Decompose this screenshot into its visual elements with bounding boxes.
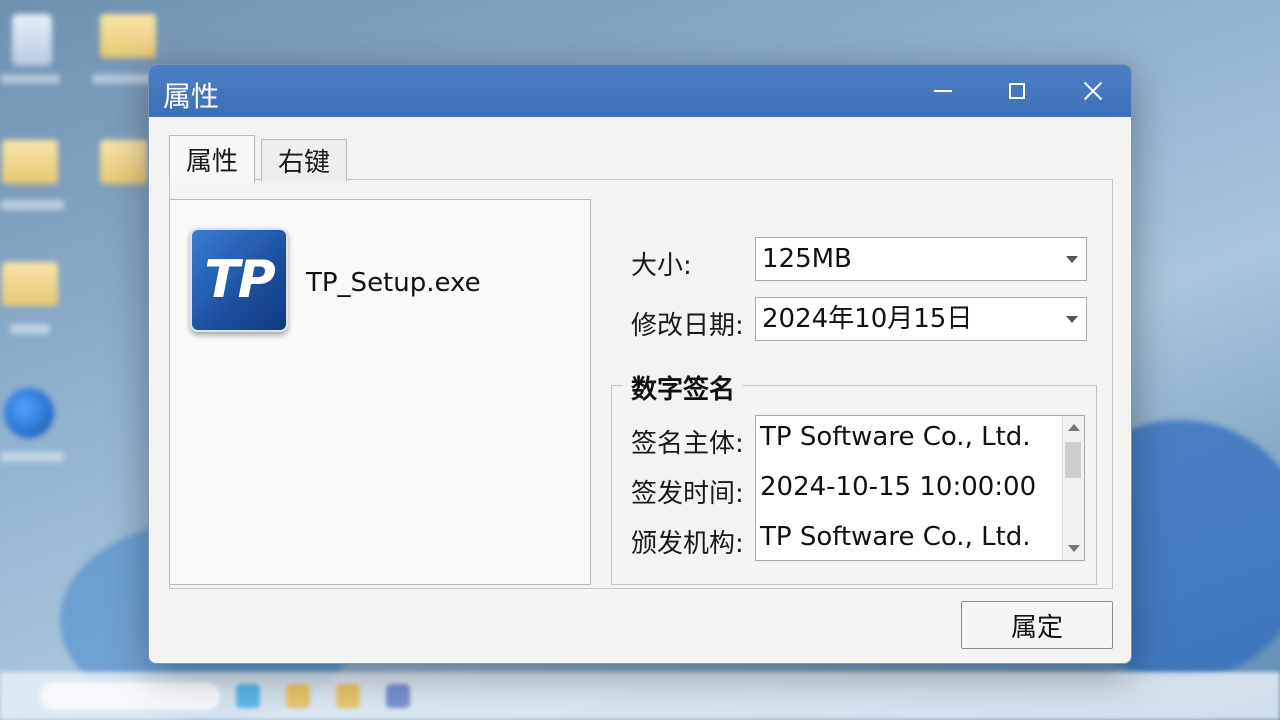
modified-date-value: 2024年10月15日 — [762, 304, 973, 334]
taskbar — [0, 672, 1280, 720]
title-bar[interactable]: 属性 — [149, 65, 1131, 117]
tab-context-menu[interactable]: 右键 — [261, 139, 348, 181]
desktop-icon-label — [0, 200, 64, 210]
tp-app-icon: TP — [190, 228, 288, 332]
desktop-icon-label — [10, 324, 50, 334]
window-title: 属性 — [163, 80, 220, 113]
size-label: 大小: — [631, 251, 692, 281]
issue-time-label: 签发时间: — [631, 479, 744, 509]
folder-icon[interactable] — [100, 14, 156, 58]
modified-date-dropdown[interactable]: 2024年10月15日 — [755, 297, 1087, 341]
modified-date-label: 修改日期: — [631, 311, 744, 341]
file-preview-box: TP TP_Setup.exe — [169, 199, 591, 585]
size-value: 125MB — [762, 244, 852, 274]
scroll-thumb[interactable] — [1065, 442, 1081, 478]
maximize-icon — [1009, 83, 1025, 99]
maximize-button[interactable] — [979, 65, 1055, 117]
chevron-down-icon — [1066, 256, 1078, 263]
close-icon — [1083, 81, 1103, 101]
ok-button[interactable]: 属定 — [961, 601, 1113, 649]
close-button[interactable] — [1055, 65, 1131, 117]
signer-value: TP Software Co., Ltd. — [760, 422, 1031, 452]
properties-dialog: 属性 属性 右键 TP TP_Setup.exe 大小: 125MB 修改日期:… — [148, 64, 1132, 664]
signature-details-box[interactable]: TP Software Co., Ltd. 2024-10-15 10:00:0… — [755, 415, 1085, 561]
file-name: TP_Setup.exe — [306, 268, 481, 298]
taskbar-folder-icon[interactable] — [286, 684, 310, 708]
taskbar-folder-icon[interactable] — [336, 684, 360, 708]
signer-label: 签名主体: — [631, 429, 744, 459]
app-shortcut-icon[interactable] — [4, 388, 54, 438]
size-dropdown[interactable]: 125MB — [755, 237, 1087, 281]
taskbar-app-icon[interactable] — [236, 684, 260, 708]
tab-properties[interactable]: 属性 — [169, 135, 256, 183]
taskbar-app-icon[interactable] — [386, 684, 410, 708]
recycle-bin-icon[interactable] — [12, 14, 52, 66]
minimize-icon — [934, 90, 952, 92]
issue-time-value: 2024-10-15 10:00:00 — [760, 472, 1037, 502]
scroll-down-icon[interactable] — [1068, 545, 1080, 552]
minimize-button[interactable] — [905, 65, 981, 117]
desktop-icon-label — [92, 74, 152, 84]
issuer-label: 颁发机构: — [631, 529, 744, 559]
chevron-down-icon — [1066, 316, 1078, 323]
folder-icon[interactable] — [2, 140, 58, 184]
folder-icon[interactable] — [100, 140, 148, 184]
folder-icon[interactable] — [2, 262, 58, 306]
signature-scrollbar[interactable] — [1062, 416, 1084, 560]
issuer-value: TP Software Co., Ltd. — [760, 522, 1031, 552]
taskbar-search-box[interactable] — [40, 682, 220, 710]
scroll-up-icon[interactable] — [1068, 424, 1080, 431]
desktop-icon-label — [0, 74, 60, 84]
signature-group-title: 数字签名 — [623, 369, 744, 406]
desktop-icon-label — [0, 452, 64, 462]
